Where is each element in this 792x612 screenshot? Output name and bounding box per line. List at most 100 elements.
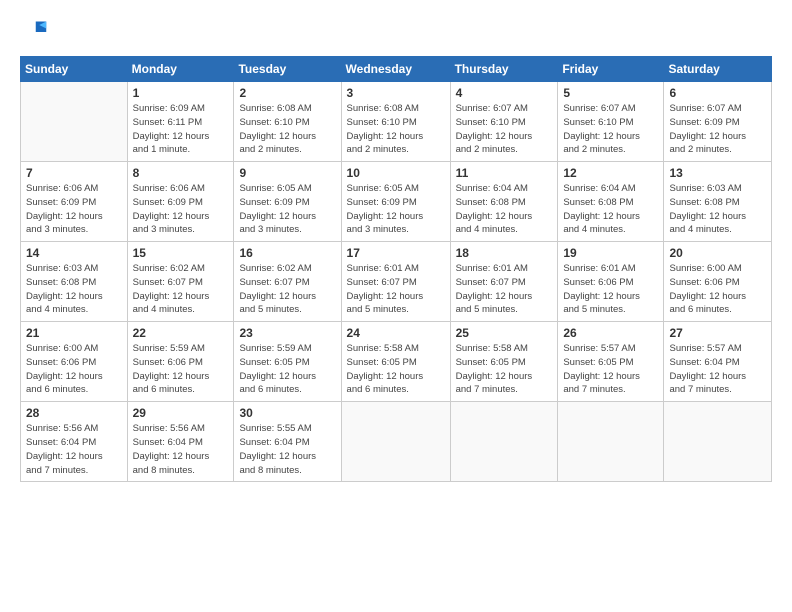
calendar-cell: 15 Sunrise: 6:02 AM Sunset: 6:07 PM Dayli… (127, 242, 234, 322)
calendar-cell: 12 Sunrise: 6:04 AM Sunset: 6:08 PM Dayli… (558, 162, 664, 242)
day-number: 19 (563, 246, 658, 260)
calendar-cell (21, 82, 128, 162)
day-number: 9 (239, 166, 335, 180)
col-tuesday: Tuesday (234, 57, 341, 82)
day-number: 1 (133, 86, 229, 100)
calendar-cell (450, 402, 558, 482)
calendar-cell: 23Sunrise: 5:59 AM Sunset: 6:05 PM Dayli… (234, 322, 341, 402)
day-info: Sunrise: 5:58 AM Sunset: 6:05 PM Dayligh… (456, 342, 553, 397)
day-info: Sunrise: 6:08 AM Sunset: 6:10 PM Dayligh… (239, 102, 335, 157)
calendar-week-row: 21 Sunrise: 6:00 AM Sunset: 6:06 PM Dayli… (21, 322, 772, 402)
calendar-week-row: 1 Sunrise: 6:09 AM Sunset: 6:11 PM Daylig… (21, 82, 772, 162)
calendar-cell: 20 Sunrise: 6:00 AM Sunset: 6:06 PM Dayli… (664, 242, 772, 322)
day-number: 16 (239, 246, 335, 260)
day-info: Sunrise: 5:57 AM Sunset: 6:04 PM Dayligh… (669, 342, 766, 397)
day-info: Sunrise: 6:07 AM Sunset: 6:10 PM Dayligh… (456, 102, 553, 157)
day-info: Sunrise: 6:02 AM Sunset: 6:07 PM Dayligh… (239, 262, 335, 317)
logo (20, 18, 52, 46)
day-number: 6 (669, 86, 766, 100)
calendar-cell: 30 Sunrise: 5:55 AM Sunset: 6:04 PM Dayli… (234, 402, 341, 482)
day-info: Sunrise: 6:05 AM Sunset: 6:09 PM Dayligh… (239, 182, 335, 237)
day-info: Sunrise: 5:55 AM Sunset: 6:04 PM Dayligh… (239, 422, 335, 477)
day-number: 21 (26, 326, 122, 340)
calendar-week-row: 14 Sunrise: 6:03 AM Sunset: 6:08 PM Dayli… (21, 242, 772, 322)
col-friday: Friday (558, 57, 664, 82)
day-info: Sunrise: 6:03 AM Sunset: 6:08 PM Dayligh… (669, 182, 766, 237)
day-info: Sunrise: 6:06 AM Sunset: 6:09 PM Dayligh… (133, 182, 229, 237)
day-info: Sunrise: 6:04 AM Sunset: 6:08 PM Dayligh… (563, 182, 658, 237)
calendar-cell: 6 Sunrise: 6:07 AM Sunset: 6:09 PM Daylig… (664, 82, 772, 162)
calendar-cell: 2 Sunrise: 6:08 AM Sunset: 6:10 PM Daylig… (234, 82, 341, 162)
calendar-cell: 16 Sunrise: 6:02 AM Sunset: 6:07 PM Dayli… (234, 242, 341, 322)
col-sunday: Sunday (21, 57, 128, 82)
day-info: Sunrise: 5:59 AM Sunset: 6:06 PM Dayligh… (133, 342, 229, 397)
day-info: Sunrise: 6:09 AM Sunset: 6:11 PM Dayligh… (133, 102, 229, 157)
calendar-cell: 11 Sunrise: 6:04 AM Sunset: 6:08 PM Dayli… (450, 162, 558, 242)
day-info: Sunrise: 6:06 AM Sunset: 6:09 PM Dayligh… (26, 182, 122, 237)
calendar-cell: 19 Sunrise: 6:01 AM Sunset: 6:06 PM Dayli… (558, 242, 664, 322)
day-number: 11 (456, 166, 553, 180)
day-number: 20 (669, 246, 766, 260)
logo-icon (20, 18, 48, 46)
page: Sunday Monday Tuesday Wednesday Thursday… (0, 0, 792, 612)
calendar-cell: 1 Sunrise: 6:09 AM Sunset: 6:11 PM Daylig… (127, 82, 234, 162)
day-number: 25 (456, 326, 553, 340)
day-info: Sunrise: 5:56 AM Sunset: 6:04 PM Dayligh… (133, 422, 229, 477)
calendar-cell: 14 Sunrise: 6:03 AM Sunset: 6:08 PM Dayli… (21, 242, 128, 322)
day-number: 22 (133, 326, 229, 340)
day-number: 30 (239, 406, 335, 420)
calendar-cell: 29 Sunrise: 5:56 AM Sunset: 6:04 PM Dayli… (127, 402, 234, 482)
day-info: Sunrise: 5:56 AM Sunset: 6:04 PM Dayligh… (26, 422, 122, 477)
day-info: Sunrise: 6:07 AM Sunset: 6:09 PM Dayligh… (669, 102, 766, 157)
day-info: Sunrise: 5:57 AM Sunset: 6:05 PM Dayligh… (563, 342, 658, 397)
calendar-cell: 9 Sunrise: 6:05 AM Sunset: 6:09 PM Daylig… (234, 162, 341, 242)
day-number: 4 (456, 86, 553, 100)
calendar-header-row: Sunday Monday Tuesday Wednesday Thursday… (21, 57, 772, 82)
day-info: Sunrise: 6:00 AM Sunset: 6:06 PM Dayligh… (26, 342, 122, 397)
calendar-cell (664, 402, 772, 482)
col-monday: Monday (127, 57, 234, 82)
day-number: 13 (669, 166, 766, 180)
calendar-table: Sunday Monday Tuesday Wednesday Thursday… (20, 56, 772, 482)
day-number: 29 (133, 406, 229, 420)
calendar-cell: 27Sunrise: 5:57 AM Sunset: 6:04 PM Dayli… (664, 322, 772, 402)
day-number: 7 (26, 166, 122, 180)
col-thursday: Thursday (450, 57, 558, 82)
day-number: 15 (133, 246, 229, 260)
calendar-week-row: 7 Sunrise: 6:06 AM Sunset: 6:09 PM Daylig… (21, 162, 772, 242)
calendar-cell: 17 Sunrise: 6:01 AM Sunset: 6:07 PM Dayli… (341, 242, 450, 322)
calendar-cell: 24 Sunrise: 5:58 AM Sunset: 6:05 PM Dayli… (341, 322, 450, 402)
day-number: 2 (239, 86, 335, 100)
calendar-cell: 10 Sunrise: 6:05 AM Sunset: 6:09 PM Dayli… (341, 162, 450, 242)
day-number: 8 (133, 166, 229, 180)
day-number: 26 (563, 326, 658, 340)
calendar-cell: 25 Sunrise: 5:58 AM Sunset: 6:05 PM Dayli… (450, 322, 558, 402)
day-number: 17 (347, 246, 445, 260)
calendar-cell (558, 402, 664, 482)
calendar-cell: 8 Sunrise: 6:06 AM Sunset: 6:09 PM Daylig… (127, 162, 234, 242)
day-info: Sunrise: 6:08 AM Sunset: 6:10 PM Dayligh… (347, 102, 445, 157)
day-number: 10 (347, 166, 445, 180)
day-info: Sunrise: 6:03 AM Sunset: 6:08 PM Dayligh… (26, 262, 122, 317)
calendar-week-row: 28Sunrise: 5:56 AM Sunset: 6:04 PM Dayli… (21, 402, 772, 482)
calendar-cell (341, 402, 450, 482)
calendar-cell: 4 Sunrise: 6:07 AM Sunset: 6:10 PM Daylig… (450, 82, 558, 162)
calendar-cell: 21 Sunrise: 6:00 AM Sunset: 6:06 PM Dayli… (21, 322, 128, 402)
day-number: 5 (563, 86, 658, 100)
calendar-cell: 22 Sunrise: 5:59 AM Sunset: 6:06 PM Dayli… (127, 322, 234, 402)
calendar-cell: 13 Sunrise: 6:03 AM Sunset: 6:08 PM Dayli… (664, 162, 772, 242)
day-info: Sunrise: 6:01 AM Sunset: 6:07 PM Dayligh… (456, 262, 553, 317)
day-info: Sunrise: 6:02 AM Sunset: 6:07 PM Dayligh… (133, 262, 229, 317)
day-info: Sunrise: 6:01 AM Sunset: 6:06 PM Dayligh… (563, 262, 658, 317)
day-number: 14 (26, 246, 122, 260)
day-info: Sunrise: 6:04 AM Sunset: 6:08 PM Dayligh… (456, 182, 553, 237)
day-info: Sunrise: 6:01 AM Sunset: 6:07 PM Dayligh… (347, 262, 445, 317)
day-number: 24 (347, 326, 445, 340)
day-info: Sunrise: 6:05 AM Sunset: 6:09 PM Dayligh… (347, 182, 445, 237)
header (20, 18, 772, 46)
day-number: 12 (563, 166, 658, 180)
day-info: Sunrise: 5:58 AM Sunset: 6:05 PM Dayligh… (347, 342, 445, 397)
col-wednesday: Wednesday (341, 57, 450, 82)
day-number: 3 (347, 86, 445, 100)
day-info: Sunrise: 6:00 AM Sunset: 6:06 PM Dayligh… (669, 262, 766, 317)
